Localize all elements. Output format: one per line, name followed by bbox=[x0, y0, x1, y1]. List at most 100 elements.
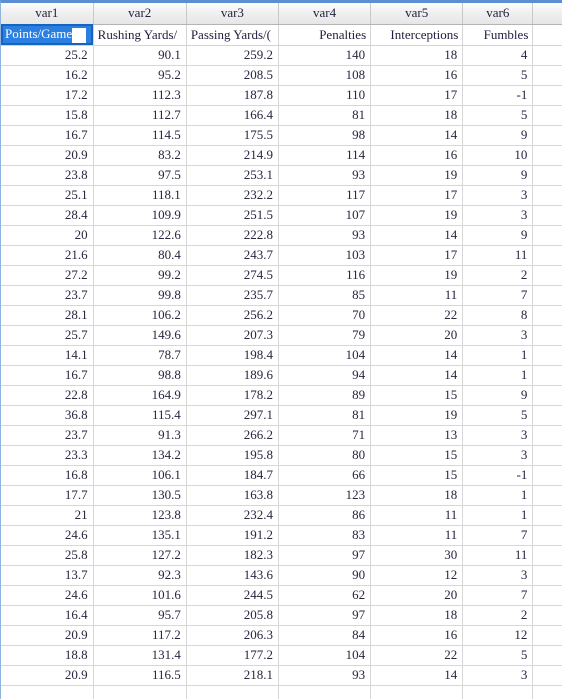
cell-r22-var5[interactable]: 15 bbox=[370, 465, 464, 486]
cell-r22-var2[interactable]: 106.1 bbox=[93, 465, 187, 486]
cell-r10-var3[interactable]: 222.8 bbox=[186, 225, 279, 246]
cell-r18-var1[interactable]: 22.8 bbox=[1, 385, 94, 406]
cell-r7-var4[interactable]: 93 bbox=[278, 165, 372, 186]
cell-r5-var1[interactable]: 16.7 bbox=[1, 125, 94, 146]
cell-r8-var6[interactable]: 3 bbox=[462, 185, 534, 206]
table-row[interactable]: 20.9 116.5 218.1 93 14 3 bbox=[1, 665, 562, 686]
cell-r30-var5[interactable]: 16 bbox=[370, 625, 464, 646]
cell-r6-var4[interactable]: 114 bbox=[278, 145, 372, 166]
cell-r22-var3[interactable]: 184.7 bbox=[186, 465, 279, 486]
cell-r16-var3[interactable]: 198.4 bbox=[186, 345, 279, 366]
table-row[interactable]: 18.8 131.4 177.2 104 22 5 bbox=[1, 645, 562, 666]
cell-r19-var1[interactable]: 36.8 bbox=[1, 405, 94, 426]
cell-r30-var2[interactable]: 117.2 bbox=[93, 625, 187, 646]
cell-r17-var4[interactable]: 94 bbox=[278, 365, 372, 386]
cell-r31-var2[interactable]: 131.4 bbox=[93, 645, 187, 666]
cell-r8-var1[interactable]: 25.1 bbox=[1, 185, 94, 206]
cell-r25-var5[interactable]: 11 bbox=[370, 525, 464, 546]
cell-r15-var4[interactable]: 79 bbox=[278, 325, 372, 346]
cell-r25-var4[interactable]: 83 bbox=[278, 525, 372, 546]
empty-cell-var2[interactable] bbox=[93, 685, 187, 699]
table-row-empty[interactable] bbox=[1, 685, 562, 699]
cell-r3-var2[interactable]: 112.3 bbox=[93, 85, 187, 106]
variable-name-cell-var3[interactable]: Passing Yards/( bbox=[186, 24, 279, 46]
cell-r31-var1[interactable]: 18.8 bbox=[1, 645, 94, 666]
cell-r23-var6[interactable]: 1 bbox=[462, 485, 534, 506]
cell-r23-var4[interactable]: 123 bbox=[278, 485, 372, 506]
cell-r8-var3[interactable]: 232.2 bbox=[186, 185, 279, 206]
cell-r29-var3[interactable]: 205.8 bbox=[186, 605, 279, 626]
cell-r25-var1[interactable]: 24.6 bbox=[1, 525, 94, 546]
table-row[interactable]: 20.9 83.2 214.9 114 16 10 bbox=[1, 145, 562, 166]
cell-r17-var2[interactable]: 98.8 bbox=[93, 365, 187, 386]
cell-r28-var6[interactable]: 7 bbox=[462, 585, 534, 606]
cell-r12-var6[interactable]: 2 bbox=[462, 265, 534, 286]
cell-r26-var6[interactable]: 11 bbox=[462, 545, 534, 566]
cell-r20-var2[interactable]: 91.3 bbox=[93, 425, 187, 446]
cell-r28-var5[interactable]: 20 bbox=[370, 585, 464, 606]
cell-r5-var2[interactable]: 114.5 bbox=[93, 125, 187, 146]
table-row[interactable]: 25.2 90.1 259.2 140 18 4 bbox=[1, 45, 562, 66]
cell-r5-var3[interactable]: 175.5 bbox=[186, 125, 279, 146]
cell-r10-var4[interactable]: 93 bbox=[278, 225, 372, 246]
cell-r11-var4[interactable]: 103 bbox=[278, 245, 372, 266]
cell-r9-var2[interactable]: 109.9 bbox=[93, 205, 187, 226]
empty-cell-var3[interactable] bbox=[186, 685, 279, 699]
cell-r15-var2[interactable]: 149.6 bbox=[93, 325, 187, 346]
table-row[interactable]: 23.7 91.3 266.2 71 13 3 bbox=[1, 425, 562, 446]
cell-r6-var6[interactable]: 10 bbox=[462, 145, 534, 166]
column-header-var5[interactable]: var5 bbox=[370, 3, 464, 25]
cell-r29-var1[interactable]: 16.4 bbox=[1, 605, 94, 626]
cell-r18-var2[interactable]: 164.9 bbox=[93, 385, 187, 406]
cell-r31-var5[interactable]: 22 bbox=[370, 645, 464, 666]
table-row[interactable]: 25.7 149.6 207.3 79 20 3 bbox=[1, 325, 562, 346]
cell-r14-var5[interactable]: 22 bbox=[370, 305, 464, 326]
cell-r6-var5[interactable]: 16 bbox=[370, 145, 464, 166]
cell-r21-var1[interactable]: 23.3 bbox=[1, 445, 94, 466]
cell-r2-var2[interactable]: 95.2 bbox=[93, 65, 187, 86]
cell-r26-var4[interactable]: 97 bbox=[278, 545, 372, 566]
cell-r17-var1[interactable]: 16.7 bbox=[1, 365, 94, 386]
cell-r11-var2[interactable]: 80.4 bbox=[93, 245, 187, 266]
cell-r21-var2[interactable]: 134.2 bbox=[93, 445, 187, 466]
column-header-var6[interactable]: var6 bbox=[462, 3, 534, 25]
variable-name-cell-var6[interactable]: Fumbles bbox=[462, 24, 534, 46]
column-header-var1[interactable]: var1 bbox=[1, 3, 94, 25]
cell-r13-var2[interactable]: 99.8 bbox=[93, 285, 187, 306]
cell-r20-var3[interactable]: 266.2 bbox=[186, 425, 279, 446]
cell-r3-var1[interactable]: 17.2 bbox=[1, 85, 94, 106]
table-row[interactable]: 22.8 164.9 178.2 89 15 9 bbox=[1, 385, 562, 406]
cell-r24-var1[interactable]: 21 bbox=[1, 505, 94, 526]
cell-r29-var6[interactable]: 2 bbox=[462, 605, 534, 626]
table-row[interactable]: 25.1 118.1 232.2 117 17 3 bbox=[1, 185, 562, 206]
cell-r22-var4[interactable]: 66 bbox=[278, 465, 372, 486]
cell-r27-var3[interactable]: 143.6 bbox=[186, 565, 279, 586]
table-row[interactable]: 13.7 92.3 143.6 90 12 3 bbox=[1, 565, 562, 586]
cell-r21-var3[interactable]: 195.8 bbox=[186, 445, 279, 466]
cell-r16-var4[interactable]: 104 bbox=[278, 345, 372, 366]
cell-r16-var5[interactable]: 14 bbox=[370, 345, 464, 366]
cell-r32-var1[interactable]: 20.9 bbox=[1, 665, 94, 686]
cell-r20-var5[interactable]: 13 bbox=[370, 425, 464, 446]
table-row[interactable]: 27.2 99.2 274.5 116 19 2 bbox=[1, 265, 562, 286]
cell-r4-var2[interactable]: 112.7 bbox=[93, 105, 187, 126]
cell-r8-var2[interactable]: 118.1 bbox=[93, 185, 187, 206]
cell-r1-var1[interactable]: 25.2 bbox=[1, 45, 94, 66]
cell-r11-var1[interactable]: 21.6 bbox=[1, 245, 94, 266]
cell-r24-var4[interactable]: 86 bbox=[278, 505, 372, 526]
cell-r2-var6[interactable]: 5 bbox=[462, 65, 534, 86]
cell-r10-var6[interactable]: 9 bbox=[462, 225, 534, 246]
cell-r20-var6[interactable]: 3 bbox=[462, 425, 534, 446]
cell-r17-var6[interactable]: 1 bbox=[462, 365, 534, 386]
cell-r1-var6[interactable]: 4 bbox=[462, 45, 534, 66]
cell-r4-var6[interactable]: 5 bbox=[462, 105, 534, 126]
cell-r20-var4[interactable]: 71 bbox=[278, 425, 372, 446]
empty-cell-var4[interactable] bbox=[278, 685, 372, 699]
cell-r12-var1[interactable]: 27.2 bbox=[1, 265, 94, 286]
cell-r7-var6[interactable]: 9 bbox=[462, 165, 534, 186]
cell-r15-var1[interactable]: 25.7 bbox=[1, 325, 94, 346]
cell-r4-var3[interactable]: 166.4 bbox=[186, 105, 279, 126]
cell-r3-var6[interactable]: -1 bbox=[462, 85, 534, 106]
cell-r13-var3[interactable]: 235.7 bbox=[186, 285, 279, 306]
cell-r14-var4[interactable]: 70 bbox=[278, 305, 372, 326]
